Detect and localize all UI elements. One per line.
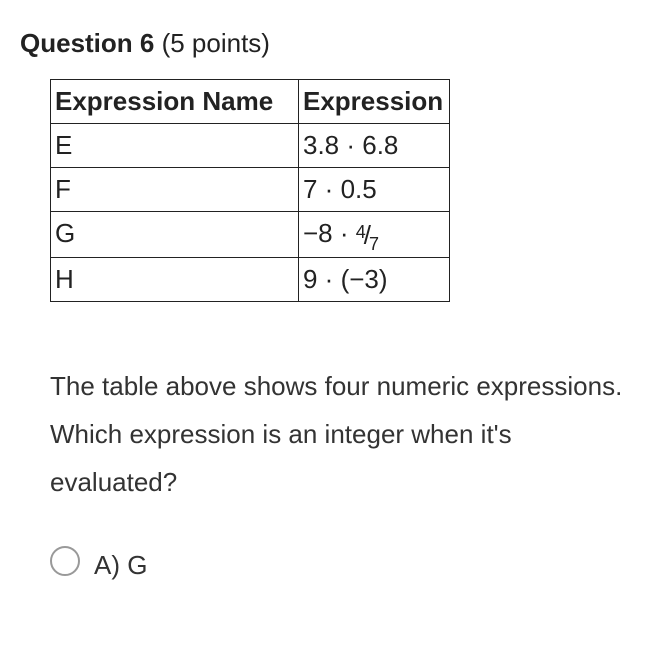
expr-prefix: −8 ·: [303, 218, 356, 248]
expr-value: 3.8 · 6.8: [303, 130, 398, 160]
expr-cell: 7 · 0.5: [299, 168, 450, 212]
expr-cell: 3.8 · 6.8: [299, 124, 450, 168]
table-row: F 7 · 0.5: [51, 168, 450, 212]
fraction: 4/7: [356, 220, 379, 251]
fraction-numerator: 4: [356, 222, 366, 242]
option-label: A) G: [94, 550, 147, 581]
table-header-row: Expression Name Expression: [51, 80, 450, 124]
col-header-expression: Expression: [299, 80, 450, 124]
expr-value: 7 · 0.5: [303, 174, 377, 204]
question-header: Question 6 (5 points): [20, 28, 634, 59]
col-header-name: Expression Name: [51, 80, 299, 124]
option-row[interactable]: A) G: [20, 546, 634, 577]
question-number: Question 6: [20, 28, 154, 58]
expr-value: −8 · 4/7: [303, 218, 379, 248]
question-points: (5 points): [154, 28, 270, 58]
expr-name-cell: G: [51, 212, 299, 258]
expr-name-cell: F: [51, 168, 299, 212]
expr-cell: 9 · (−3): [299, 257, 450, 301]
option-value: G: [127, 550, 147, 580]
expression-table: Expression Name Expression E 3.8 · 6.8 F…: [50, 79, 450, 302]
expr-value: 9 · (−3): [303, 264, 388, 294]
question-text: The table above shows four numeric expre…: [20, 362, 634, 506]
option-letter: A): [94, 550, 120, 580]
fraction-denominator: 7: [369, 234, 379, 254]
expr-name-cell: E: [51, 124, 299, 168]
table-row: G −8 · 4/7: [51, 212, 450, 258]
expression-table-wrap: Expression Name Expression E 3.8 · 6.8 F…: [20, 79, 634, 302]
table-row: H 9 · (−3): [51, 257, 450, 301]
radio-icon[interactable]: [50, 546, 80, 576]
expr-name-cell: H: [51, 257, 299, 301]
table-row: E 3.8 · 6.8: [51, 124, 450, 168]
expr-cell: −8 · 4/7: [299, 212, 450, 258]
